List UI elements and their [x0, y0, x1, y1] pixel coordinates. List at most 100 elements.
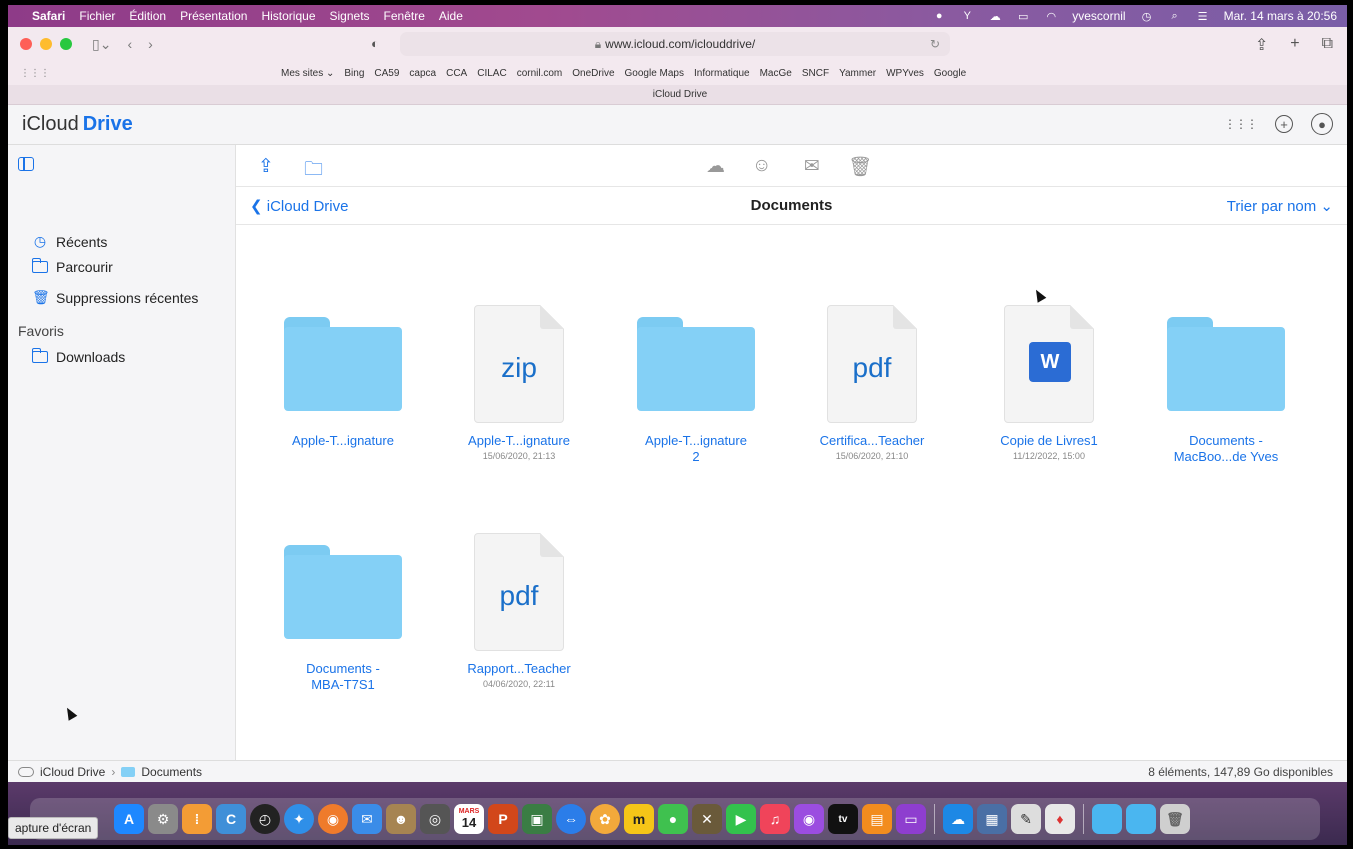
facetime-icon[interactable]: ▶ [726, 804, 756, 834]
tab-overview-icon[interactable]: ⧉ [1322, 35, 1333, 55]
messages-icon[interactable]: ● [658, 804, 688, 834]
menu-fichier[interactable]: Fichier [79, 9, 115, 23]
tab-bar[interactable]: iCloud Drive [8, 85, 1347, 105]
file-item-folder[interactable]: Documents - MacBoo...de Yves [1151, 305, 1301, 465]
app-m-icon[interactable]: m [624, 804, 654, 834]
photos-icon[interactable]: ✿ [590, 804, 620, 834]
sidebar-item-browse[interactable]: Parcourir [31, 258, 113, 275]
folder-icon[interactable] [1092, 804, 1122, 834]
textedit-icon[interactable]: ✎ [1011, 804, 1041, 834]
launchpad-icon[interactable]: ⁞ [182, 804, 212, 834]
sidebar-item-downloads[interactable]: Downloads [31, 348, 125, 365]
favorite-link[interactable]: Google [934, 68, 966, 79]
calendar-icon[interactable]: MARS 14 [454, 804, 484, 834]
new-tab-icon[interactable]: + [1290, 35, 1299, 55]
menu-user[interactable]: yvescornil [1072, 9, 1125, 23]
preview-icon[interactable]: ▣ [522, 804, 552, 834]
privacy-shield-icon[interactable]: ◐ [371, 36, 379, 51]
speedometer-icon[interactable]: ◴ [250, 804, 280, 834]
share-icon[interactable]: ⇪ [1255, 35, 1268, 55]
file-item-word[interactable]: W Copie de Livres1 11/12/2022, 15:00 [974, 305, 1124, 461]
menu-fenetre[interactable]: Fenêtre [384, 9, 425, 23]
firefox-icon[interactable]: ◉ [318, 804, 348, 834]
books-icon[interactable]: ▤ [862, 804, 892, 834]
teamviewer-icon[interactable]: ⇔ [556, 804, 586, 834]
share-people-icon[interactable]: ☺ [752, 155, 771, 177]
favorite-link[interactable]: CCA [446, 68, 467, 79]
file-item-pdf[interactable]: pdf Rapport...Teacher 04/06/2020, 22:11 [444, 533, 594, 689]
back-icon[interactable]: ‹ [127, 36, 132, 52]
breadcrumb-root[interactable]: iCloud Drive [40, 765, 105, 779]
favorite-link[interactable]: Google Maps [625, 68, 684, 79]
favorite-link[interactable]: CA59 [374, 68, 399, 79]
icloud-logo[interactable]: iCloud Drive [18, 113, 133, 136]
menu-datetime[interactable]: Mar. 14 mars à 20:56 [1224, 9, 1337, 23]
app-icon[interactable]: ✕ [692, 804, 722, 834]
delete-icon[interactable]: 🗑︎ [848, 155, 872, 179]
mail-icon[interactable]: ✉ [804, 155, 820, 178]
forward-icon[interactable]: › [148, 36, 153, 52]
reload-icon[interactable]: ↻ [930, 37, 940, 51]
sidebar-item-recents[interactable]: ◷ Récents [32, 233, 107, 250]
favorite-link[interactable]: SNCF [802, 68, 829, 79]
sidebar-toggle-icon[interactable] [18, 157, 34, 171]
app-icon[interactable]: ♦ [1045, 804, 1075, 834]
favorite-link[interactable]: cornil.com [517, 68, 563, 79]
app-store-icon[interactable]: A [114, 804, 144, 834]
screenshot-icon[interactable]: ▦ [977, 804, 1007, 834]
sort-button[interactable]: Trier par nom ⌄ [1227, 197, 1333, 215]
menu-edition[interactable]: Édition [129, 9, 166, 23]
favorite-link[interactable]: Informatique [694, 68, 750, 79]
file-item-zip[interactable]: zip Apple-T...ignature 15/06/2020, 21:13 [444, 305, 594, 461]
app-icon[interactable]: C [216, 804, 246, 834]
file-item-pdf[interactable]: pdf Certifica...Teacher 15/06/2020, 21:1… [797, 305, 947, 461]
minimize-window-button[interactable] [40, 38, 52, 50]
app-icon[interactable]: ▭ [896, 804, 926, 834]
record-icon[interactable]: ● [932, 9, 946, 23]
cloud-status-icon[interactable]: ☁ [988, 9, 1002, 23]
menu-app-name[interactable]: Safari [32, 9, 65, 23]
app-grid-icon[interactable]: ⋮⋮⋮ [1224, 117, 1258, 131]
mail-app-icon[interactable]: ✉ [352, 804, 382, 834]
favorite-link[interactable]: Mes sites ⌄ [281, 68, 334, 79]
favorite-link[interactable]: Yammer [839, 68, 876, 79]
spotlight-icon[interactable]: ⌕ [1168, 9, 1182, 23]
safari-icon[interactable]: ✦ [284, 804, 314, 834]
menu-aide[interactable]: Aide [439, 9, 463, 23]
menu-signets[interactable]: Signets [330, 9, 370, 23]
favorite-link[interactable]: MacGe [760, 68, 792, 79]
zoom-window-button[interactable] [60, 38, 72, 50]
favorite-link[interactable]: WPYves [886, 68, 924, 79]
download-icon[interactable]: ☁ [706, 155, 725, 178]
tv-icon[interactable]: tv [828, 804, 858, 834]
new-folder-icon[interactable]: 🗀︎ [304, 155, 323, 187]
downloads-folder-icon[interactable] [1126, 804, 1156, 834]
upload-icon[interactable]: ⇪ [258, 155, 274, 178]
powerpoint-icon[interactable]: P [488, 804, 518, 834]
battery-icon[interactable]: ▭ [1016, 9, 1030, 23]
time-machine-icon[interactable]: ◷ [1140, 9, 1154, 23]
onedrive-icon[interactable]: ☁ [943, 804, 973, 834]
favorite-link[interactable]: Bing [344, 68, 364, 79]
file-item-folder[interactable]: Apple-T...ignature 2 [621, 305, 771, 465]
quicktime-icon[interactable]: ◎ [420, 804, 450, 834]
file-item-folder[interactable]: Documents - MBA-T7S1 [268, 533, 418, 693]
system-preferences-icon[interactable]: ⚙ [148, 804, 178, 834]
favorite-link[interactable]: capca [409, 68, 436, 79]
address-bar[interactable]: 🔒︎ www.icloud.com/iclouddrive/ ↻ [400, 32, 950, 56]
account-icon[interactable]: ● [1311, 113, 1333, 135]
close-window-button[interactable] [20, 38, 32, 50]
podcasts-icon[interactable]: ◉ [794, 804, 824, 834]
wifi-icon[interactable]: ◠ [1044, 9, 1058, 23]
control-center-icon[interactable]: ☰ [1196, 9, 1210, 23]
menu-historique[interactable]: Historique [261, 9, 315, 23]
grid-icon[interactable]: ⋮⋮⋮ [20, 68, 50, 79]
sidebar-item-recently-deleted[interactable]: 🗑︎ Suppressions récentes [32, 289, 198, 306]
file-item-folder[interactable]: Apple-T...ignature [268, 305, 418, 449]
trash-icon[interactable]: 🗑︎ [1160, 804, 1190, 834]
music-icon[interactable]: ♫ [760, 804, 790, 834]
sidebar-toggle-icon[interactable]: ▯⌄ [92, 36, 111, 53]
favorite-link[interactable]: OneDrive [572, 68, 614, 79]
back-link[interactable]: ❮ iCloud Drive [250, 197, 348, 215]
favorite-link[interactable]: CILAC [477, 68, 506, 79]
